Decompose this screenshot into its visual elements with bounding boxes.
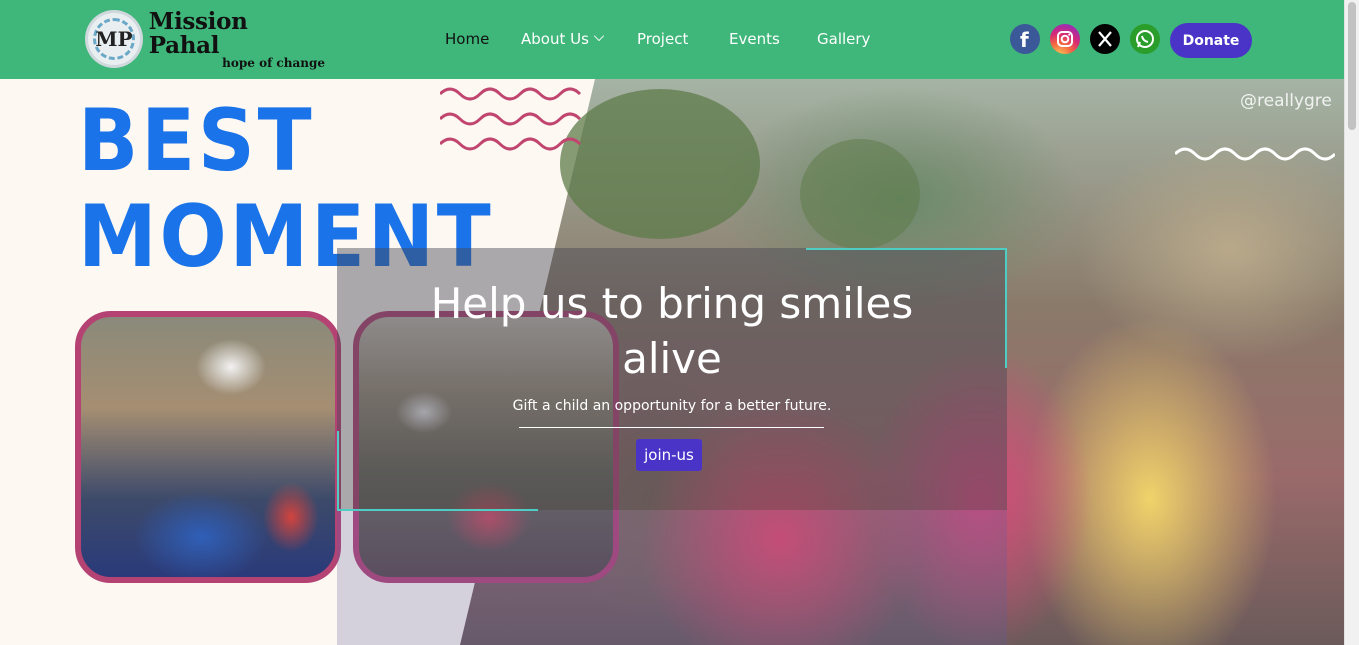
photo-frame-1 bbox=[75, 311, 341, 583]
wave-decor bbox=[1175, 147, 1335, 161]
x-icon[interactable] bbox=[1090, 24, 1120, 54]
hero-subtext: Gift a child an opportunity for a better… bbox=[512, 398, 832, 414]
hero-banner: @reallygre BEST MOMENT Help us to bring … bbox=[0, 79, 1344, 645]
page-scrollbar[interactable] bbox=[1344, 0, 1359, 645]
nav-home[interactable]: Home bbox=[445, 30, 489, 48]
logo-badge-icon: MP bbox=[85, 10, 143, 68]
hero-headline: Help us to bring smiles alive bbox=[337, 276, 1007, 386]
hero-headline-line2: alive bbox=[622, 334, 722, 383]
subtext-underline bbox=[519, 427, 824, 428]
best-heading: BEST bbox=[78, 91, 315, 191]
facebook-icon[interactable]: f bbox=[1010, 24, 1040, 54]
tree-decor bbox=[800, 139, 920, 249]
svg-text:f: f bbox=[1020, 28, 1029, 52]
join-us-button[interactable]: join-us bbox=[636, 439, 702, 471]
nav-about-us-label: About Us bbox=[521, 30, 589, 48]
photo-watermark: @reallygre bbox=[1240, 91, 1332, 111]
nav-gallery[interactable]: Gallery bbox=[817, 30, 870, 48]
hero-headline-line1: Help us to bring smiles bbox=[430, 279, 914, 328]
hero-overlay-lower bbox=[337, 510, 1007, 645]
teal-frame-line bbox=[806, 248, 1007, 250]
logo[interactable]: MP Mission Pahal hope of change bbox=[85, 7, 325, 69]
whatsapp-icon[interactable] bbox=[1130, 24, 1160, 54]
scrollbar-thumb[interactable] bbox=[1348, 2, 1356, 130]
nav-about-us[interactable]: About Us bbox=[521, 30, 605, 48]
page: MP Mission Pahal hope of change Home Abo… bbox=[0, 0, 1359, 645]
chevron-down-icon bbox=[593, 30, 605, 42]
logo-initials: MP bbox=[95, 27, 133, 51]
nav-events[interactable]: Events bbox=[729, 30, 780, 48]
brand-name: Mission Pahal bbox=[148, 7, 248, 59]
teal-frame-line bbox=[337, 431, 339, 511]
wave-decor bbox=[440, 87, 582, 151]
navbar: MP Mission Pahal hope of change Home Abo… bbox=[0, 0, 1344, 79]
nav-project[interactable]: Project bbox=[637, 30, 688, 48]
teal-frame-line bbox=[337, 509, 538, 511]
instagram-icon[interactable] bbox=[1050, 24, 1080, 54]
donate-button[interactable]: Donate bbox=[1170, 23, 1252, 58]
